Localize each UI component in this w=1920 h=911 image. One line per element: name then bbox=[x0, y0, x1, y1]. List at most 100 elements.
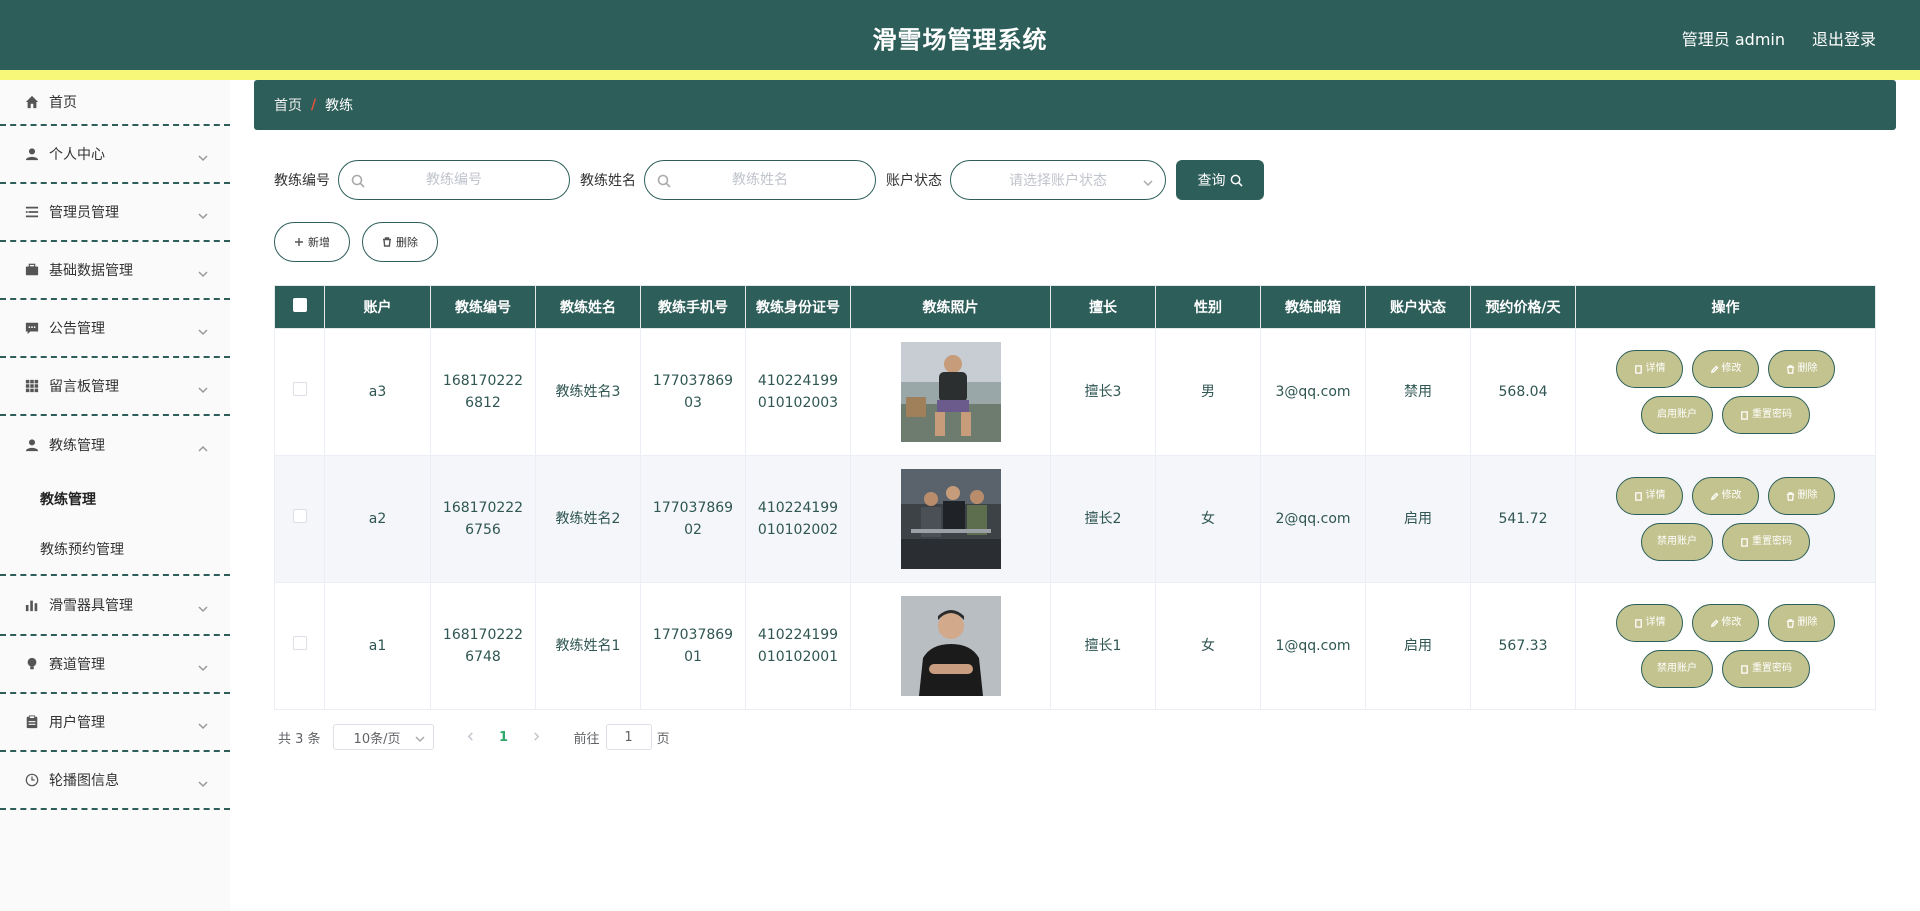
idcard-cell: 410224199010102003 bbox=[745, 328, 851, 456]
plus-icon bbox=[295, 238, 303, 246]
home-icon bbox=[25, 95, 39, 109]
row-checkbox[interactable] bbox=[292, 382, 307, 396]
sidebar: 首页 个人中心 管理员管理 基础数据管理 公告管理 留言板管理 教练管理 教练管… bbox=[0, 80, 230, 911]
reset-password-button[interactable]: 重置密码 bbox=[1722, 523, 1810, 561]
page-size-select[interactable]: 10条/页 bbox=[332, 724, 434, 750]
page-unit-label: 页 bbox=[656, 731, 670, 747]
delete-button[interactable]: 删除 bbox=[1768, 477, 1835, 515]
edit-icon bbox=[1710, 491, 1719, 500]
chevron-left-icon bbox=[467, 731, 473, 741]
edit-button[interactable]: 修改 bbox=[1692, 604, 1759, 642]
query-button[interactable]: 查询 bbox=[1176, 160, 1264, 200]
edit-button-label: 修改 bbox=[1721, 363, 1742, 374]
toggle-account-button[interactable]: 禁用账户 bbox=[1641, 650, 1713, 688]
add-button[interactable]: 新增 bbox=[274, 222, 350, 262]
chevron-down-icon bbox=[198, 206, 208, 220]
sidebar-item-label: 留言板管理 bbox=[49, 379, 119, 395]
add-button-label: 新增 bbox=[308, 236, 330, 249]
sidebar-item-carousel[interactable]: 轮播图信息 bbox=[0, 752, 230, 810]
page-size-value: 10条/页 bbox=[353, 731, 401, 747]
detail-button[interactable]: 详情 bbox=[1616, 604, 1683, 642]
phone-cell: 17703786901 bbox=[640, 582, 746, 710]
toggle-account-button[interactable]: 禁用账户 bbox=[1641, 523, 1713, 561]
email-cell: 1@qq.com bbox=[1260, 582, 1366, 710]
sidebar-item-coach[interactable]: 教练管理 bbox=[0, 416, 230, 474]
prev-page-button[interactable] bbox=[456, 730, 486, 745]
sidebar-item-label: 管理员管理 bbox=[49, 205, 119, 221]
sidebar-item-ski-equipment[interactable]: 滑雪器具管理 bbox=[0, 576, 230, 636]
account-status-select[interactable]: 请选择账户状态 bbox=[950, 160, 1166, 200]
row-checkbox[interactable] bbox=[292, 636, 307, 650]
coach-photo[interactable] bbox=[900, 596, 1001, 696]
sidebar-subitem-coach-booking[interactable]: 教练预约管理 bbox=[0, 524, 230, 574]
reset-password-button[interactable]: 重置密码 bbox=[1722, 396, 1810, 434]
row-checkbox[interactable] bbox=[292, 509, 307, 523]
coach-name-cell: 教练姓名1 bbox=[535, 582, 641, 710]
select-all-checkbox[interactable] bbox=[292, 298, 307, 312]
column-header: 教练编号 bbox=[430, 285, 536, 329]
toggle-account-button[interactable]: 启用账户 bbox=[1641, 396, 1713, 434]
reset-password-button[interactable]: 重置密码 bbox=[1722, 650, 1810, 688]
chevron-down-icon bbox=[198, 774, 208, 788]
coach-no-label: 教练编号 bbox=[274, 173, 330, 189]
reset-password-label: 重置密码 bbox=[1752, 663, 1792, 674]
coach-table: 账户 教练编号 教练姓名 教练手机号 教练身份证号 教练照片 擅长 性别 教练邮… bbox=[274, 285, 1876, 710]
sidebar-item-admin[interactable]: 管理员管理 bbox=[0, 184, 230, 242]
chevron-down-icon bbox=[198, 148, 208, 162]
goto-page-input[interactable] bbox=[605, 724, 652, 750]
clipboard-icon bbox=[25, 715, 39, 729]
photo-cell bbox=[850, 582, 1051, 710]
sidebar-item-message-board[interactable]: 留言板管理 bbox=[0, 358, 230, 416]
sidebar-item-basic-data[interactable]: 基础数据管理 bbox=[0, 242, 230, 300]
current-user: 管理员 admin bbox=[1681, 30, 1785, 49]
status-cell: 禁用 bbox=[1365, 328, 1471, 456]
sidebar-item-profile[interactable]: 个人中心 bbox=[0, 126, 230, 184]
sidebar-item-label: 滑雪器具管理 bbox=[49, 598, 133, 614]
coach-no-cell: 1681702226812 bbox=[430, 328, 536, 456]
coach-name-input[interactable] bbox=[675, 172, 845, 188]
coach-no-input[interactable] bbox=[369, 172, 539, 188]
delete-button[interactable]: 删除 bbox=[1768, 350, 1835, 388]
breadcrumb-current: 教练 bbox=[325, 98, 354, 114]
bar-chart-icon bbox=[25, 598, 39, 612]
column-header: 教练姓名 bbox=[535, 285, 641, 329]
sidebar-subitem-coach[interactable]: 教练管理 bbox=[0, 474, 230, 524]
sidebar-item-users[interactable]: 用户管理 bbox=[0, 694, 230, 752]
edit-button[interactable]: 修改 bbox=[1692, 350, 1759, 388]
ops-cell: 详情 修改 删除 禁用账户 重置密码 bbox=[1575, 582, 1876, 710]
chevron-down-icon bbox=[198, 264, 208, 278]
column-header: 操作 bbox=[1575, 285, 1876, 329]
batch-delete-button[interactable]: 删除 bbox=[362, 222, 438, 262]
sidebar-item-track[interactable]: 赛道管理 bbox=[0, 636, 230, 694]
table-row: a3 1681702226812 教练姓名3 17703786903 41022… bbox=[274, 328, 1876, 456]
chevron-right-icon bbox=[534, 731, 540, 741]
trash-icon bbox=[383, 237, 391, 247]
edit-button[interactable]: 修改 bbox=[1692, 477, 1759, 515]
detail-button[interactable]: 详情 bbox=[1616, 350, 1683, 388]
search-icon bbox=[657, 173, 671, 188]
coach-photo[interactable] bbox=[900, 342, 1001, 442]
detail-button[interactable]: 详情 bbox=[1616, 477, 1683, 515]
coach-no-field bbox=[338, 160, 570, 200]
skill-cell: 擅长2 bbox=[1050, 455, 1156, 583]
detail-button-label: 详情 bbox=[1645, 617, 1666, 628]
edit-icon bbox=[1710, 364, 1719, 373]
price-cell: 567.33 bbox=[1470, 582, 1576, 710]
breadcrumb-home[interactable]: 首页 bbox=[274, 95, 302, 115]
sidebar-item-label: 轮播图信息 bbox=[49, 773, 119, 789]
next-page-button[interactable] bbox=[522, 730, 552, 745]
chevron-down-icon bbox=[198, 380, 208, 394]
sidebar-item-notice[interactable]: 公告管理 bbox=[0, 300, 230, 358]
page-number[interactable]: 1 bbox=[486, 730, 522, 745]
phone-cell: 17703786903 bbox=[640, 328, 746, 456]
user-icon bbox=[25, 438, 39, 452]
chevron-down-icon bbox=[198, 322, 208, 336]
sidebar-item-home[interactable]: 首页 bbox=[0, 80, 230, 126]
table-row: a1 1681702226748 教练姓名1 17703786901 41022… bbox=[274, 582, 1876, 710]
gender-cell: 女 bbox=[1155, 582, 1261, 710]
trash-icon bbox=[1786, 364, 1794, 374]
delete-button[interactable]: 删除 bbox=[1768, 604, 1835, 642]
idcard-cell: 410224199010102002 bbox=[745, 455, 851, 583]
coach-photo[interactable] bbox=[900, 469, 1001, 569]
logout-link[interactable]: 退出登录 bbox=[1812, 26, 1876, 50]
